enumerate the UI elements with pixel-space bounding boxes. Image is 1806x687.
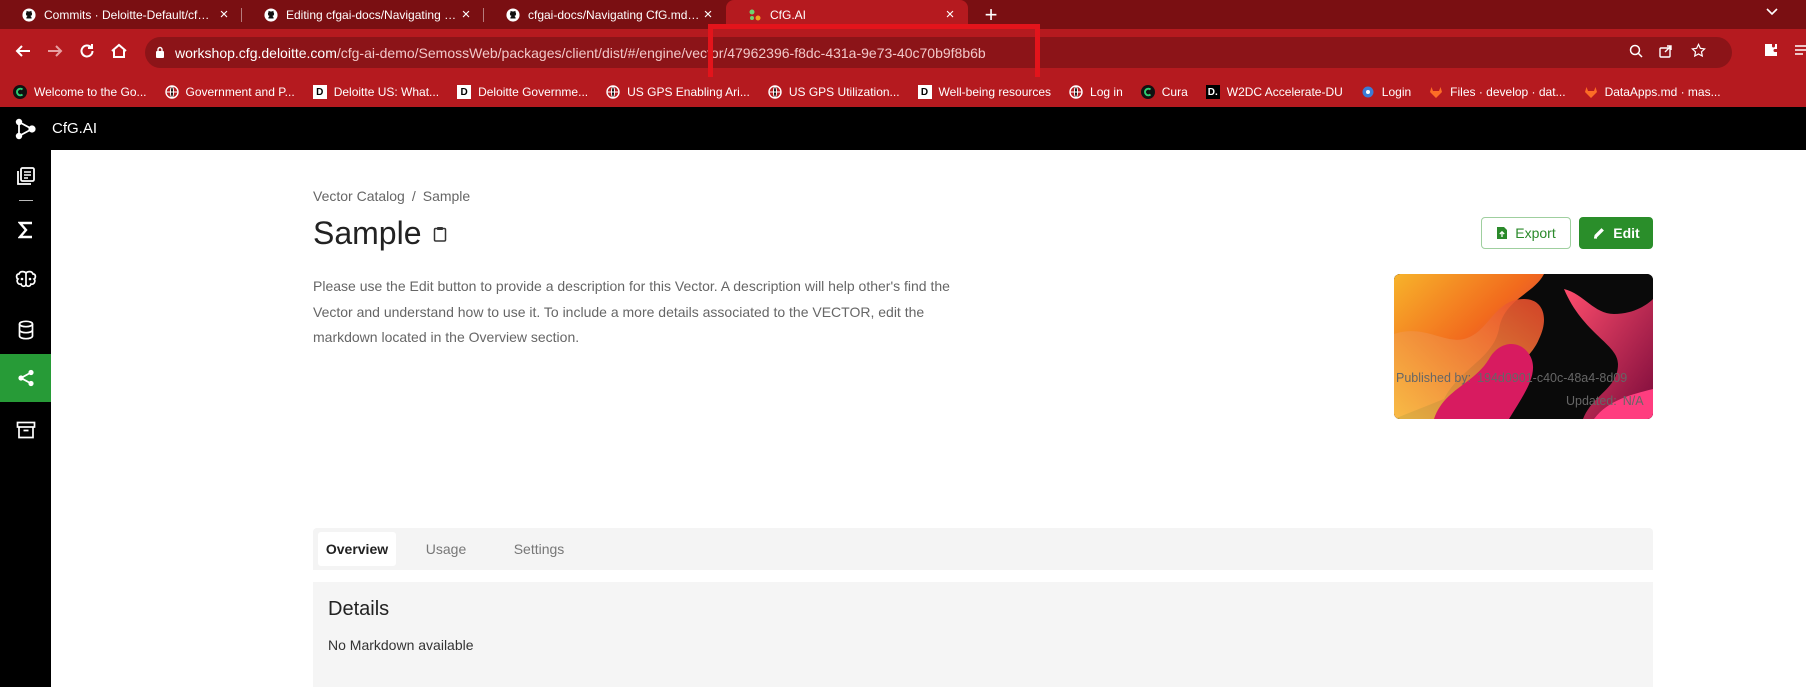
updated-value: N/A: [1622, 394, 1644, 408]
sidebar: [0, 150, 51, 687]
github-icon: [264, 7, 278, 22]
bookmark[interactable]: US GPS Utilization...: [768, 85, 900, 99]
breadcrumb-link-vector-catalog[interactable]: Vector Catalog: [313, 188, 405, 204]
published-by-label: Published by:: [1396, 371, 1472, 385]
bookmark[interactable]: US GPS Enabling Ari...: [606, 85, 750, 99]
app-logo-icon[interactable]: [14, 117, 38, 141]
tab-title: cfgai-docs/Navigating CfG.md at main: [528, 7, 700, 22]
export-button[interactable]: Export: [1481, 217, 1571, 249]
bookmark[interactable]: D Deloitte Governme...: [457, 85, 588, 99]
bookmark[interactable]: Cura: [1140, 85, 1188, 99]
bookmark[interactable]: DataApps.md · mas...: [1584, 85, 1721, 99]
archive-icon: [16, 421, 35, 439]
brain-icon: [15, 270, 36, 288]
page-title: Sample: [313, 215, 422, 251]
gitlab-icon: [1429, 85, 1443, 99]
d-logo-icon: D: [457, 85, 472, 99]
app-header: CfG.AI: [0, 107, 1806, 150]
sidebar-item-catalog[interactable]: [0, 152, 51, 200]
sidebar-divider: [19, 200, 33, 201]
close-tab-icon[interactable]: ×: [942, 6, 958, 23]
bookmark[interactable]: D Well-being resources: [917, 85, 1051, 99]
bookmarks-bar: Welcome to the Go... Government and P...…: [0, 77, 1806, 107]
updated-label: Updated:: [1566, 394, 1617, 408]
browser-tab-commits[interactable]: Commits · Deloitte-Default/cfgai-docs ×: [0, 0, 242, 29]
bookmark[interactable]: Log in: [1069, 85, 1123, 99]
clipboard-copy-icon[interactable]: [433, 226, 447, 242]
updated-row: Updated: N/A: [1566, 394, 1644, 408]
close-tab-icon[interactable]: ×: [458, 6, 474, 23]
details-panel: Details No Markdown available: [313, 582, 1653, 687]
pencil-icon: [1592, 226, 1606, 240]
share-icon[interactable]: [1656, 43, 1676, 63]
gitlab-icon: [1584, 85, 1598, 99]
close-tab-icon[interactable]: ×: [216, 6, 232, 23]
zoom-icon[interactable]: [1626, 43, 1646, 63]
breadcrumb: Vector Catalog / Sample: [313, 188, 470, 204]
forward-arrow-icon[interactable]: [44, 42, 66, 64]
bookmark[interactable]: Files · develop · dat...: [1429, 85, 1566, 99]
main-content: Vector Catalog / Sample Sample Please use …: [51, 150, 1806, 687]
details-title: Details: [328, 598, 390, 620]
sidebar-item-vectors[interactable]: [0, 354, 51, 402]
github-icon: [22, 7, 36, 22]
tab-settings[interactable]: Settings: [494, 532, 584, 566]
globe-icon: [1069, 85, 1083, 99]
c-logo-icon: [1140, 85, 1155, 99]
sidebar-item-functions[interactable]: [0, 206, 51, 254]
published-by-value: 194d0901-c40c-48a4-8d09: [1477, 371, 1628, 385]
export-label: Export: [1515, 225, 1556, 241]
database-icon: [18, 320, 33, 340]
breadcrumb-current: Sample: [422, 188, 471, 204]
tab-overview[interactable]: Overview: [318, 532, 396, 566]
catalog-icon: [16, 167, 35, 185]
extensions-icon[interactable]: [1760, 42, 1782, 64]
tab-title: CfG.AI: [770, 7, 807, 22]
chevron-down-icon[interactable]: [1766, 3, 1778, 19]
back-arrow-icon[interactable]: [12, 42, 34, 64]
edit-button[interactable]: Edit: [1579, 217, 1653, 249]
bookmark[interactable]: Login: [1361, 85, 1411, 99]
d-logo-icon: D: [312, 85, 327, 99]
globe-icon: [768, 85, 782, 99]
breadcrumb-separator: /: [411, 188, 416, 204]
export-icon: [1496, 226, 1508, 240]
star-icon[interactable]: [1688, 42, 1708, 63]
sigma-icon: [17, 221, 32, 239]
bookmark[interactable]: D Deloitte US: What...: [312, 85, 439, 99]
bookmark[interactable]: D. W2DC Accelerate-DU: [1205, 85, 1343, 99]
sidebar-item-storage[interactable]: [0, 406, 51, 454]
close-tab-icon[interactable]: ×: [700, 6, 716, 23]
globe-icon: [606, 85, 620, 99]
tab-title: Commits · Deloitte-Default/cfgai-docs: [44, 7, 216, 22]
app-name[interactable]: CfG.AI: [52, 120, 97, 137]
description-text: Please use the Edit button to provide a …: [313, 278, 950, 345]
content-tabs: Overview Usage Settings: [313, 528, 1653, 570]
reload-icon[interactable]: [76, 42, 98, 64]
reading-list-icon[interactable]: [1790, 42, 1806, 64]
c-logo-icon: [13, 85, 27, 99]
cfg-icon: [748, 8, 762, 22]
sidebar-item-models[interactable]: [0, 256, 51, 304]
home-icon[interactable]: [108, 42, 130, 64]
edit-label: Edit: [1613, 225, 1640, 241]
globe-icon: [164, 85, 179, 99]
d-logo-icon: D.: [1205, 85, 1220, 99]
github-icon: [506, 7, 520, 22]
browser-tab-navigating[interactable]: cfgai-docs/Navigating CfG.md at main ×: [484, 0, 726, 29]
tab-title: Editing cfgai-docs/Navigating CfG.md: [286, 7, 458, 22]
details-body: No Markdown available: [328, 637, 474, 653]
sidebar-item-databases[interactable]: [0, 306, 51, 354]
bookmark[interactable]: Government and P...: [164, 85, 295, 99]
bookmark[interactable]: Welcome to the Go...: [13, 85, 147, 99]
browser-tab-editing[interactable]: Editing cfgai-docs/Navigating CfG.md ×: [242, 0, 484, 29]
tab-usage[interactable]: Usage: [408, 532, 484, 566]
vector-icon: [17, 369, 34, 387]
gear-icon: [1361, 85, 1375, 99]
d-logo-icon: D: [917, 85, 932, 99]
lock-icon: [156, 46, 164, 58]
published-by-row: Published by: 194d0901-c40c-48a4-8d09: [1396, 371, 1627, 385]
